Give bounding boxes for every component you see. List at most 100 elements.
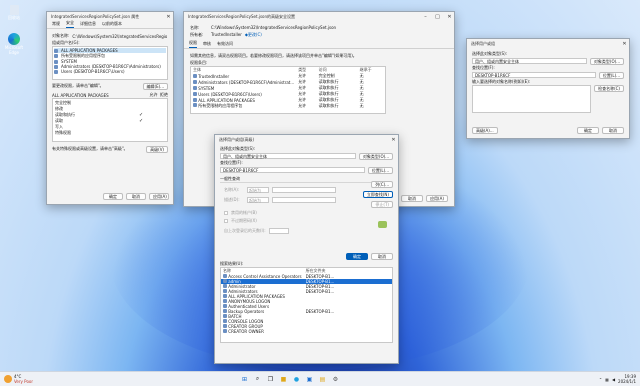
group-icon <box>223 319 227 323</box>
info-text: 如需其他信息，请双击权限项目。若要修改权限项目，请选择该项目并单击"编辑"(如果… <box>190 53 357 58</box>
user-icon <box>54 59 58 64</box>
permission-entries-table: 主体 类型 访问 继承于 TrustedInstaller 允许 完全控制无 Admini… <box>190 66 386 114</box>
name-query-input[interactable] <box>272 187 336 193</box>
locations-button[interactable]: 位置(L)... <box>367 166 393 174</box>
change-owner-link[interactable]: ◆更改(C) <box>245 32 262 38</box>
desktop-icon-edge[interactable]: Microsoft Edge <box>1 33 27 55</box>
recycle-bin-icon <box>9 5 19 15</box>
start-icon[interactable]: ⊞ <box>240 375 249 384</box>
advanced-hint: 有关特殊权限或高级设置，请单击"高级"。 <box>52 146 128 151</box>
weather-widget[interactable]: 4°C Very Poor <box>4 374 33 384</box>
group-icon <box>193 97 197 102</box>
select-user-titlebar: 选择用户或组 ✕ <box>467 39 629 48</box>
user-icon <box>193 73 197 78</box>
desc-starts-select[interactable]: 起始为 <box>247 197 269 203</box>
cancel-button[interactable]: 取消 <box>401 195 423 202</box>
tab-effective-access[interactable]: 有效访问 <box>217 41 233 48</box>
location-field: DESKTOP-B1R6CF <box>472 72 596 78</box>
table-row[interactable]: 所有受限制的应用程序包 允许 读取和执行无 <box>191 103 385 109</box>
tab-details[interactable]: 详细信息 <box>80 21 96 28</box>
cancel-button[interactable]: 取消 <box>602 127 624 134</box>
object-types-button[interactable]: 对象类型(O)... <box>589 57 624 65</box>
apply-button[interactable]: 应用(A) <box>149 193 169 200</box>
general-query-label: 一般性查询 <box>220 176 393 183</box>
edit-button[interactable]: 编辑(E)... <box>142 82 168 90</box>
group-icon <box>223 299 227 303</box>
object-name-value: C:\Windows\System32\IntegratedServicesRe… <box>72 33 168 39</box>
group-icon <box>54 69 58 74</box>
edit-hint: 要更改权限，请单击"编辑"。 <box>52 83 104 88</box>
columns-button[interactable]: 列(C)... <box>371 181 393 188</box>
days-select[interactable] <box>268 228 289 234</box>
task-view-icon[interactable]: ❐ <box>266 375 275 384</box>
advanced-button[interactable]: 高级(A)... <box>472 127 498 134</box>
tab-permissions[interactable]: 权限 <box>189 40 197 48</box>
group-icon <box>223 324 227 328</box>
group-icon <box>223 329 227 333</box>
advanced-button[interactable]: 高级(V) <box>146 145 168 153</box>
select-user-advanced-window: 选择用户或组(高级) ✕ 选择此对象类型(S): 用户、组或内置安全主体 对象类型(… <box>214 134 399 364</box>
search-results-table: 名称 所在文件夹 Access Control Assistance Operat… <box>220 267 393 343</box>
ok-button[interactable]: 确定 <box>577 127 599 134</box>
list-item[interactable]: Users (DESKTOP-B1R6CF\Users) <box>54 69 166 74</box>
tab-previous-versions[interactable]: 以前的版本 <box>102 21 122 28</box>
folder-icon[interactable]: ▤ <box>318 375 327 384</box>
apply-button[interactable]: 应用(A) <box>426 195 448 202</box>
group-icon <box>54 48 58 53</box>
network-icon[interactable]: ▦ <box>605 377 609 382</box>
object-types-button[interactable]: 对象类型(O)... <box>358 152 393 160</box>
disabled-accounts-checkbox[interactable] <box>224 211 228 215</box>
advanced-titlebar: IntegratedServicesRegionPolicySet.json的高… <box>184 12 454 21</box>
advanced-tabs: 权限 审核 有效访问 <box>184 40 454 49</box>
name-starts-select[interactable]: 起始为 <box>247 187 269 193</box>
edge-icon[interactable]: ● <box>292 375 301 384</box>
search-icon[interactable]: ⌕ <box>253 375 262 384</box>
close-icon[interactable]: ✕ <box>620 41 629 47</box>
settings-icon[interactable]: ⚙ <box>331 375 340 384</box>
allow-check-icon: ✓ <box>139 118 144 124</box>
close-icon[interactable]: ✕ <box>389 137 398 143</box>
owner-value: TrustedInstaller <box>211 32 242 37</box>
object-path: C:\Windows\System32\IntegratedServicesRe… <box>211 25 337 30</box>
location-field: DESKTOP-B1R6CF <box>220 167 365 173</box>
ok-button[interactable]: 确定 <box>103 193 123 200</box>
group-icon <box>223 289 227 293</box>
user-icon <box>223 284 227 288</box>
tab-auditing[interactable]: 审核 <box>203 41 211 48</box>
stop-button[interactable]: 停止(T) <box>371 201 393 208</box>
group-icon <box>54 54 58 58</box>
tab-security[interactable]: 安全 <box>66 20 74 28</box>
check-names-button[interactable]: 检查名称(C) <box>594 85 624 92</box>
cancel-button[interactable]: 取消 <box>371 252 393 260</box>
user-icon <box>193 85 197 90</box>
non-expiring-checkbox[interactable] <box>224 219 228 223</box>
locations-button[interactable]: 位置(L)... <box>598 71 624 79</box>
group-icon <box>223 274 227 278</box>
weather-icon <box>4 375 12 383</box>
select-advanced-titlebar: 选择用户或组(高级) ✕ <box>215 135 398 144</box>
group-icon <box>54 64 58 69</box>
chevron-up-icon[interactable]: ⌃ <box>599 377 602 382</box>
store-icon[interactable]: ▣ <box>305 375 314 384</box>
maximize-icon[interactable]: □ <box>433 14 442 20</box>
table-row[interactable]: CREATOR OWNER <box>221 329 392 334</box>
group-list[interactable]: ALL APPLICATION PACKAGES 所有受限制的应用程序包 SYS… <box>52 46 168 80</box>
minimize-icon[interactable]: – <box>421 14 430 20</box>
close-icon[interactable]: ✕ <box>164 14 173 20</box>
edge-icon <box>8 33 20 45</box>
object-name-label: 对象名称: <box>52 33 70 38</box>
close-icon[interactable]: ✕ <box>445 14 454 20</box>
desktop-icon-recycle-bin[interactable]: 回收站 <box>3 5 25 21</box>
find-now-button[interactable]: 立即查找(N) <box>362 191 393 198</box>
group-icon <box>223 309 227 313</box>
file-explorer-icon[interactable]: ■ <box>279 375 288 384</box>
object-name-input[interactable] <box>472 85 592 113</box>
perm-for-label: ALL APPLICATION PACKAGES <box>52 92 109 98</box>
desc-query-input[interactable] <box>272 197 336 203</box>
volume-icon[interactable]: ◀ <box>612 377 615 382</box>
tab-general[interactable]: 常规 <box>52 21 60 28</box>
group-icon <box>223 314 227 318</box>
clock[interactable]: 19:39 2024/1/1 <box>618 374 636 384</box>
cancel-button[interactable]: 取消 <box>126 193 146 200</box>
ok-button[interactable]: 确定 <box>346 252 368 260</box>
